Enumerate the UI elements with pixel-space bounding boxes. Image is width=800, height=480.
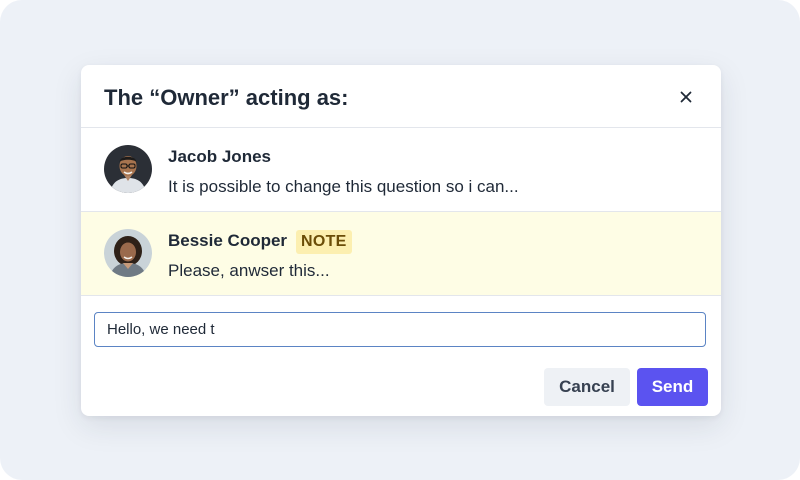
page-background: The “Owner” acting as: Jacob Jones It is… (0, 0, 800, 480)
dialog-title: The “Owner” acting as: (104, 85, 349, 110)
cancel-button[interactable]: Cancel (544, 368, 630, 406)
sender-name: Jacob Jones (168, 147, 271, 166)
acting-as-dialog: The “Owner” acting as: Jacob Jones It is… (81, 65, 721, 416)
reply-input[interactable] (94, 312, 706, 347)
send-button[interactable]: Send (637, 368, 708, 406)
message-item[interactable]: Jacob Jones It is possible to change thi… (81, 128, 721, 212)
message-text: It is possible to change this question s… (168, 177, 519, 196)
sender-name: Bessie Cooper (168, 231, 288, 250)
note-badge: NOTE (296, 230, 352, 254)
message-item[interactable]: Bessie Cooper NOTE Please, anwser this..… (81, 212, 721, 296)
avatar (104, 145, 152, 193)
close-icon[interactable] (675, 86, 697, 108)
dialog-header: The “Owner” acting as: (81, 65, 721, 128)
avatar (104, 229, 152, 277)
message-text: Please, anwser this... (168, 261, 330, 280)
